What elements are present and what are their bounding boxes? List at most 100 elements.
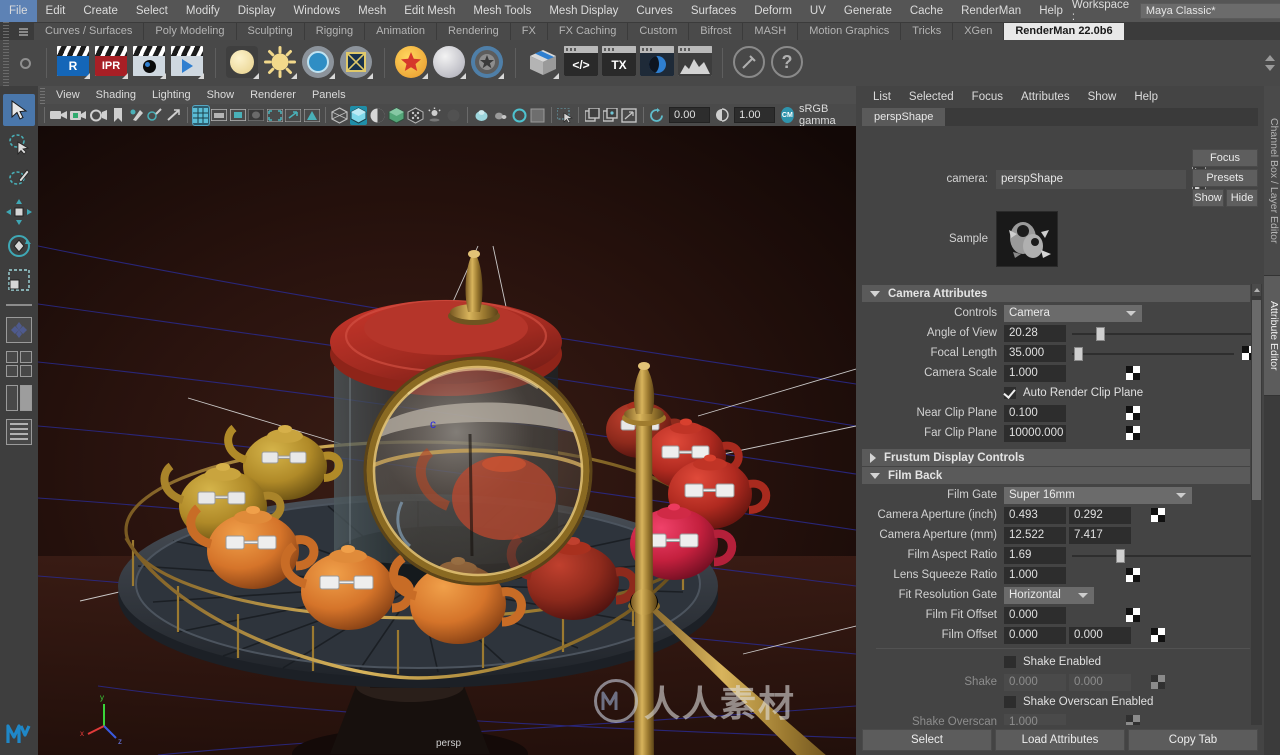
select-button[interactable]: Select xyxy=(862,729,992,751)
tab-attribute-editor[interactable]: Attribute Editor xyxy=(1264,276,1280,396)
ae-menu-focus[interactable]: Focus xyxy=(963,86,1012,108)
focal-length-slider[interactable] xyxy=(1072,345,1234,362)
shake-overscan-enabled-checkbox[interactable] xyxy=(1004,696,1016,708)
menu-select[interactable]: Select xyxy=(127,0,177,22)
renderman-portal-light-icon[interactable] xyxy=(340,46,374,80)
menu-mesh-display[interactable]: Mesh Display xyxy=(540,0,627,22)
select-tool-icon[interactable] xyxy=(3,94,35,126)
tab-perspshape[interactable]: perspShape xyxy=(862,108,946,126)
camera-attributes-icon[interactable] xyxy=(89,106,108,125)
shelf-tab-bifrost[interactable]: Bifrost xyxy=(689,23,744,40)
use-all-lights-icon[interactable] xyxy=(407,106,424,125)
viewport-menu-shading[interactable]: Shading xyxy=(88,86,144,104)
lens-squeeze-ratio-input[interactable]: 1.000 xyxy=(1004,566,1066,584)
isolate-select-icon[interactable] xyxy=(285,106,302,125)
menu-uv[interactable]: UV xyxy=(801,0,835,22)
lasso-select-tool-icon[interactable] xyxy=(3,128,35,160)
angle-of-view-input[interactable]: 20.28 xyxy=(1004,324,1066,342)
hide-objects-icon[interactable] xyxy=(165,106,181,125)
viewport-gripper[interactable] xyxy=(38,86,48,104)
lock-camera-icon[interactable] xyxy=(69,106,88,125)
far-clip-plane-input[interactable]: 10000.000 xyxy=(1004,424,1066,442)
camera-aperture-inch-input-y[interactable]: 0.292 xyxy=(1069,506,1131,524)
hide-button[interactable]: Hide xyxy=(1226,189,1258,207)
attribute-editor-scroll-area[interactable]: Camera Attributes Controls Camera Angle … xyxy=(856,284,1264,755)
film-offset-input-x[interactable]: 0.000 xyxy=(1004,626,1066,644)
renderman-sun-light-icon[interactable] xyxy=(264,46,298,80)
controls-combo[interactable]: Camera xyxy=(1004,304,1142,322)
shelf-tab-tricks[interactable]: Tricks xyxy=(901,23,954,40)
panel-copy-icon[interactable] xyxy=(584,106,600,125)
gamma-reset-icon[interactable] xyxy=(714,106,730,125)
menu-windows[interactable]: Windows xyxy=(284,0,349,22)
camera-aperture-mm-input-y[interactable]: 7.417 xyxy=(1069,526,1131,544)
film-offset-input-y[interactable]: 0.000 xyxy=(1069,626,1131,644)
depth-of-field-icon[interactable] xyxy=(492,106,509,125)
menu-curves[interactable]: Curves xyxy=(627,0,681,22)
film-fit-offset-map-icon[interactable] xyxy=(1126,608,1140,622)
copy-tab-button[interactable]: Copy Tab xyxy=(1128,729,1258,751)
shake-input-y[interactable]: 0.000 xyxy=(1069,673,1131,691)
ipr-clapboard-icon[interactable]: IPR xyxy=(95,46,129,80)
viewport-3d-render[interactable]: c y x z persp 人人素材 xyxy=(38,126,856,755)
film-gate-combo[interactable]: Super 16mm xyxy=(1004,486,1192,504)
shelf-tab-mash[interactable]: MASH xyxy=(743,23,799,40)
section-film-back[interactable]: Film Back xyxy=(862,467,1250,484)
shake-input-x[interactable]: 0.000 xyxy=(1004,673,1066,691)
camera-scale-map-icon[interactable] xyxy=(1126,366,1140,380)
ae-menu-list[interactable]: List xyxy=(864,86,900,108)
viewport-select-icon[interactable] xyxy=(557,106,574,125)
motion-blur-icon[interactable] xyxy=(473,106,490,125)
focal-length-input[interactable]: 35.000 xyxy=(1004,344,1066,362)
grid-display-icon[interactable] xyxy=(191,104,211,126)
camera-aperture-mm-input-x[interactable]: 12.522 xyxy=(1004,526,1066,544)
film-aspect-ratio-input[interactable]: 1.69 xyxy=(1004,546,1066,564)
shelf-tab-renderman[interactable]: RenderMan 22.0b6 xyxy=(1004,23,1125,40)
exposure-value-field[interactable]: 0.00 xyxy=(669,107,710,123)
layout-two-panes-icon[interactable] xyxy=(3,382,35,414)
film-gate-icon[interactable] xyxy=(211,106,228,125)
menu-create[interactable]: Create xyxy=(74,0,127,22)
menu-surfaces[interactable]: Surfaces xyxy=(682,0,745,22)
workspace-combo[interactable]: Maya Classic* xyxy=(1139,3,1280,19)
exposure-reset-icon[interactable] xyxy=(649,106,665,125)
renderman-help-icon[interactable]: ? xyxy=(771,46,805,80)
panel-maximize-icon[interactable] xyxy=(621,106,638,125)
viewport-menu-renderer[interactable]: Renderer xyxy=(242,86,304,104)
ae-menu-help[interactable]: Help xyxy=(1125,86,1167,108)
screenspace-ao-icon[interactable] xyxy=(530,106,546,125)
shelf-tab-poly-modeling[interactable]: Poly Modeling xyxy=(144,23,237,40)
image-plane-icon[interactable] xyxy=(128,106,144,125)
renderman-cloud-material-icon[interactable] xyxy=(433,46,467,80)
shelf-tab-rendering[interactable]: Rendering xyxy=(437,23,511,40)
menu-renderman[interactable]: RenderMan xyxy=(952,0,1030,22)
renderman-stats-icon[interactable] xyxy=(678,46,712,80)
renderman-globals-icon[interactable] xyxy=(640,46,674,80)
wireframe-shading-icon[interactable] xyxy=(331,106,348,125)
ae-menu-show[interactable]: Show xyxy=(1079,86,1126,108)
scroll-up-arrow-icon[interactable] xyxy=(1252,284,1261,296)
render-clapboard-icon[interactable]: R xyxy=(57,46,91,80)
near-clip-plane-map-icon[interactable] xyxy=(1126,406,1140,420)
shelf-tab-sculpting[interactable]: Sculpting xyxy=(236,23,305,40)
gamma-value-field[interactable]: 1.00 xyxy=(734,107,775,123)
shelf-options-gear-icon[interactable] xyxy=(12,40,38,86)
near-clip-plane-input[interactable]: 0.100 xyxy=(1004,404,1066,422)
renderman-texture-icon[interactable]: TX xyxy=(602,46,636,80)
shelf-tab-xgen[interactable]: XGen xyxy=(953,23,1005,40)
menu-cache[interactable]: Cache xyxy=(901,0,952,22)
camera-aperture-inch-input-x[interactable]: 0.493 xyxy=(1004,506,1066,524)
viewport-menu-panels[interactable]: Panels xyxy=(304,86,354,104)
rotate-tool-icon[interactable] xyxy=(3,230,35,262)
camera-name-input[interactable]: perspShape xyxy=(996,169,1186,189)
exposure-toggle-icon[interactable] xyxy=(266,106,283,125)
shelf-tab-custom[interactable]: Custom xyxy=(628,23,690,40)
batch-render-icon[interactable] xyxy=(171,46,205,80)
smooth-shading-icon[interactable] xyxy=(349,105,367,125)
panel-tear-off-icon[interactable] xyxy=(602,106,619,125)
presets-button[interactable]: Presets xyxy=(1192,169,1258,187)
menu-edit[interactable]: Edit xyxy=(37,0,75,22)
gate-mask-icon[interactable] xyxy=(248,106,265,125)
shelf-scroll-arrows[interactable] xyxy=(1265,53,1280,73)
renderman-plugin-icon[interactable] xyxy=(733,46,767,80)
